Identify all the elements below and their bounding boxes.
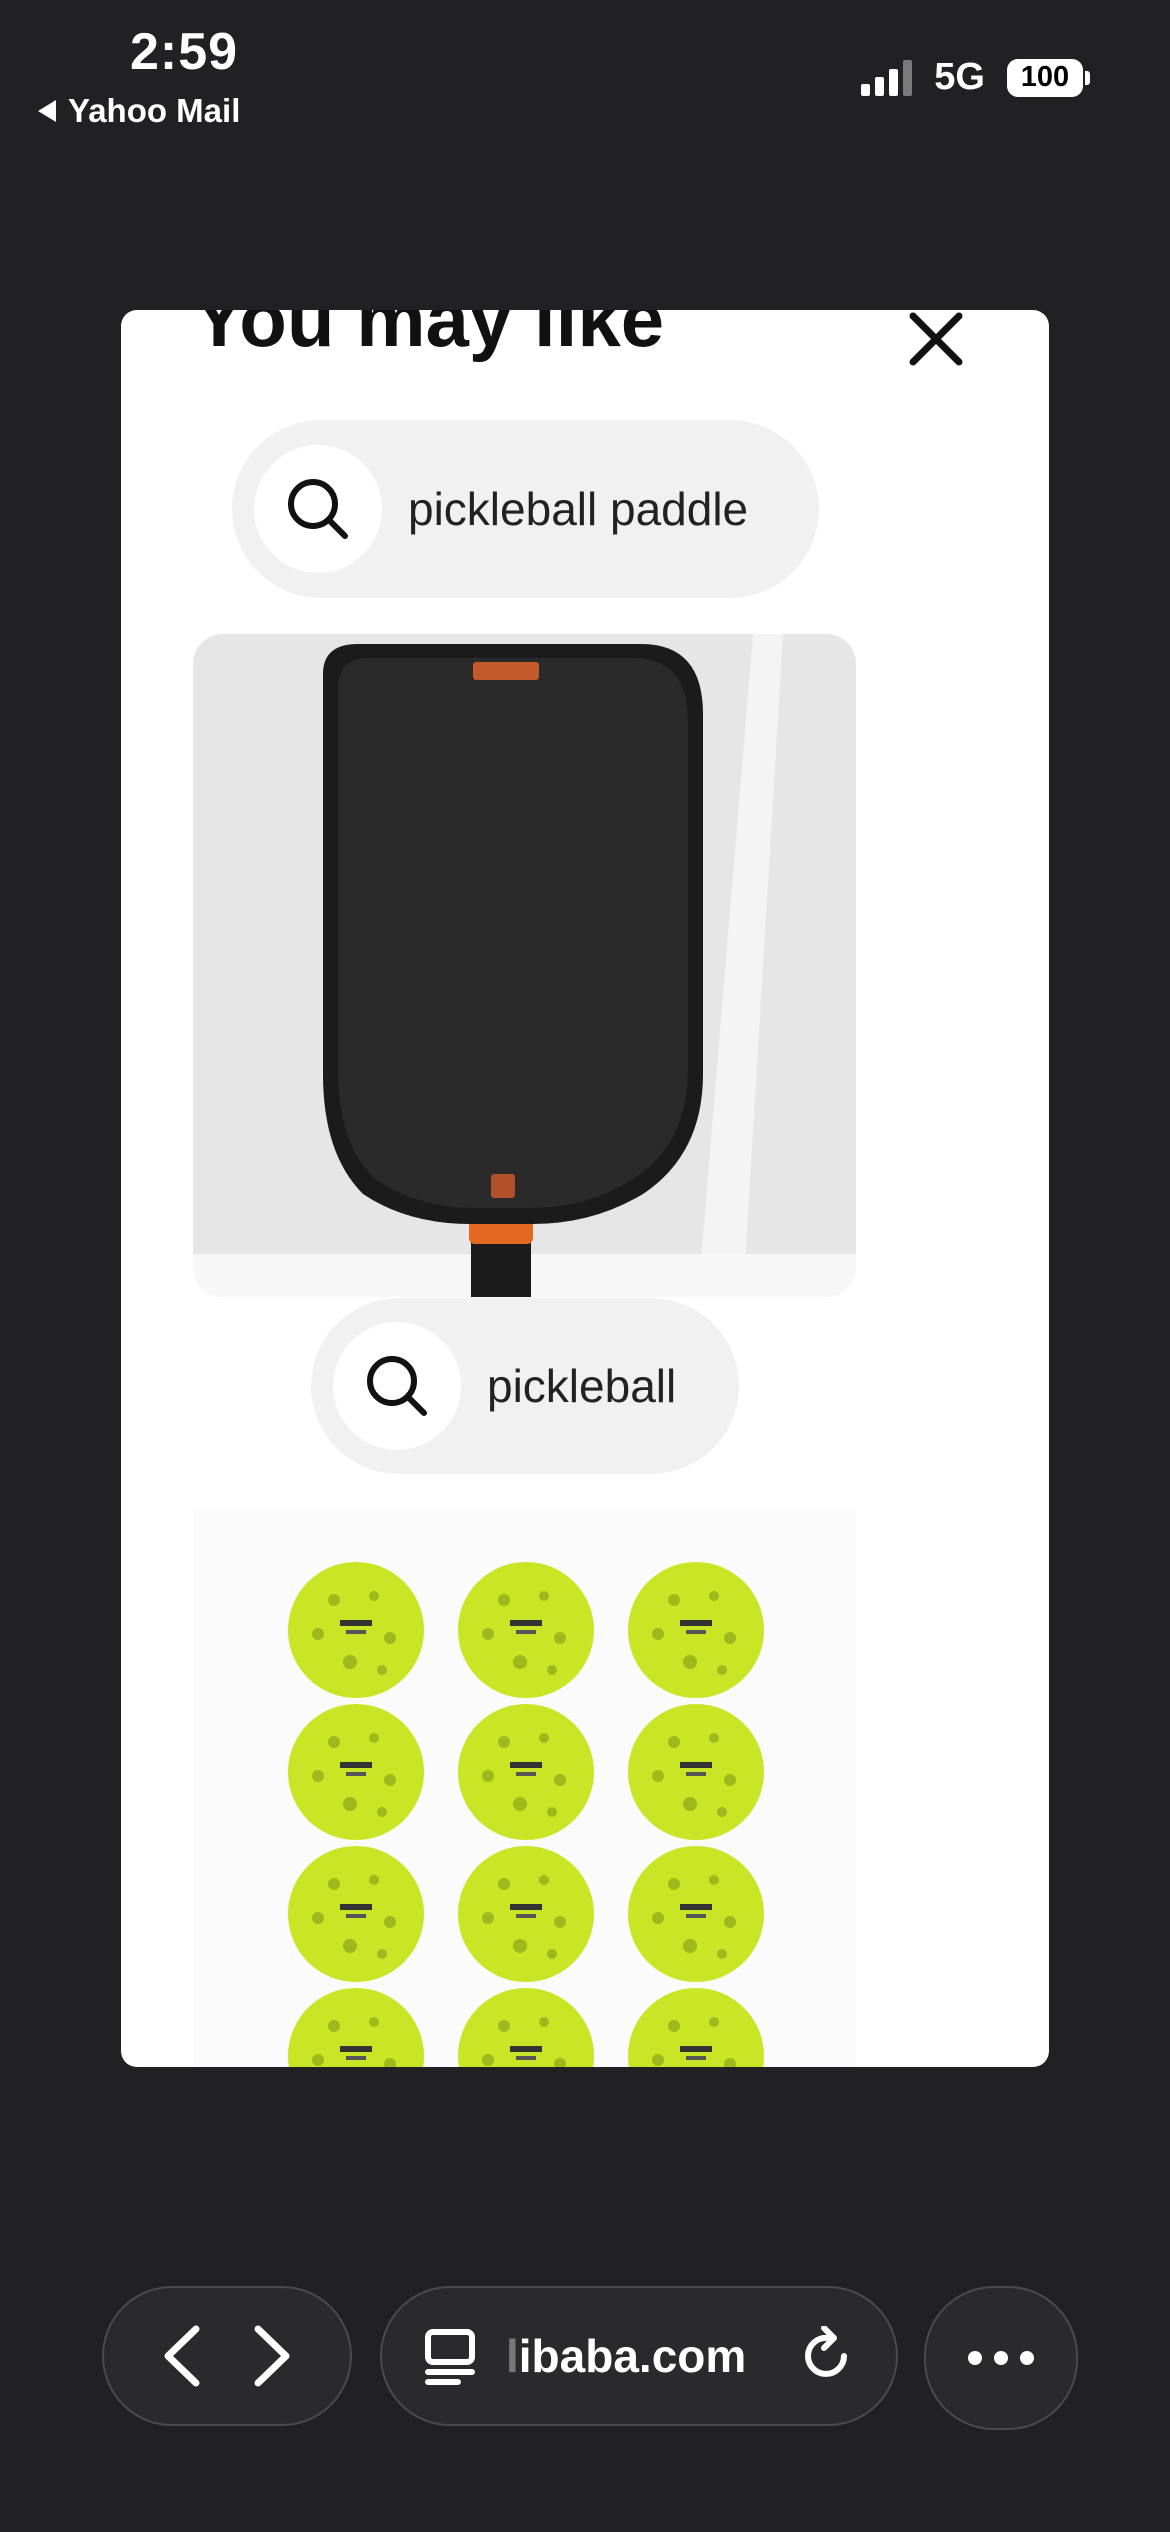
tabs-icon[interactable] (422, 2326, 478, 2386)
reload-icon[interactable] (800, 2326, 856, 2386)
suggestion-label: pickleball paddle (408, 483, 749, 535)
suggestion-chip-pickleball[interactable]: pickleball (311, 1298, 739, 1474)
address-bar[interactable]: libaba.com (380, 2286, 898, 2426)
network-type: 5G (934, 56, 985, 98)
navigation-buttons (102, 2286, 352, 2426)
pickleball-balls-image[interactable] (193, 1510, 856, 2067)
back-triangle-icon (38, 100, 56, 122)
pickleball-paddle-image[interactable] (193, 634, 856, 1297)
you-may-like-modal: You may like pickleball paddle picklebal… (121, 310, 1049, 2067)
chevron-right-icon[interactable] (250, 2323, 294, 2389)
status-indicators: 5G 100 (861, 56, 1090, 99)
back-to-app-button[interactable]: Yahoo Mail (38, 92, 240, 130)
url-text: libaba.com (506, 2330, 747, 2382)
chevron-left-icon[interactable] (160, 2323, 204, 2389)
cellular-signal-icon (861, 59, 913, 96)
close-icon (909, 312, 963, 366)
suggestion-label: pickleball (487, 1360, 677, 1412)
modal-title: You may like (193, 310, 665, 363)
more-icon (968, 2351, 1034, 2365)
battery-icon: 100 (1007, 58, 1090, 97)
more-button[interactable] (924, 2286, 1078, 2430)
battery-level: 100 (1007, 58, 1083, 97)
close-button[interactable] (905, 310, 967, 370)
search-icon (254, 445, 382, 573)
suggestion-chip-pickleball-paddle[interactable]: pickleball paddle (232, 420, 819, 598)
back-app-label: Yahoo Mail (68, 92, 241, 129)
status-time: 2:59 (130, 23, 239, 81)
search-icon (333, 1322, 461, 1450)
